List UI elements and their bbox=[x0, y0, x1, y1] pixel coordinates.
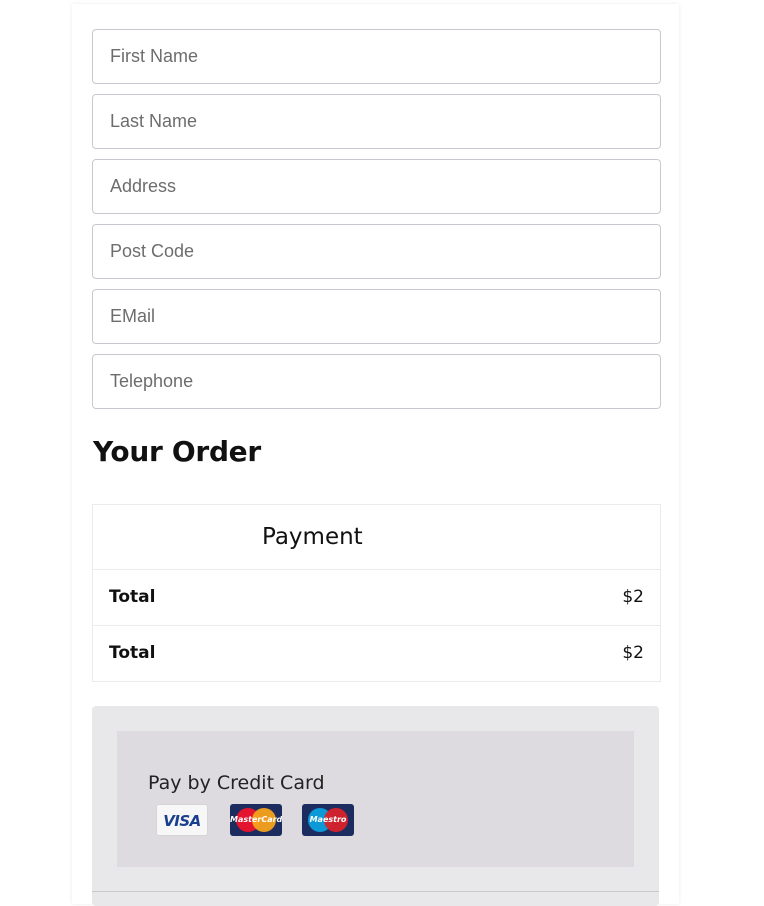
post-code-input[interactable] bbox=[92, 224, 661, 279]
checkout-card: Your Order Payment Total $2 Total $2 Pay… bbox=[72, 4, 679, 906]
order-total-label: Total bbox=[109, 587, 156, 607]
credit-card-option[interactable]: Pay by Credit Card VISA MasterCard Maest… bbox=[117, 731, 634, 867]
mastercard-logo-icon: MasterCard bbox=[230, 804, 282, 836]
email-input[interactable] bbox=[92, 289, 661, 344]
order-total-row: Total $2 bbox=[93, 626, 660, 681]
order-table-header-label: Payment bbox=[262, 524, 363, 550]
payment-panel: Pay by Credit Card VISA MasterCard Maest… bbox=[92, 706, 659, 906]
order-title: Your Order bbox=[93, 435, 261, 468]
order-total-value: $2 bbox=[622, 587, 644, 607]
maestro-logo-icon: Maestro bbox=[302, 804, 354, 836]
address-input[interactable] bbox=[92, 159, 661, 214]
order-total-value: $2 bbox=[622, 643, 644, 663]
telephone-input[interactable] bbox=[92, 354, 661, 409]
order-total-label: Total bbox=[109, 643, 156, 663]
payment-divider bbox=[92, 891, 659, 892]
last-name-input[interactable] bbox=[92, 94, 661, 149]
payment-method-label: Pay by Credit Card bbox=[148, 772, 325, 794]
order-total-row: Total $2 bbox=[93, 570, 660, 626]
order-table: Payment Total $2 Total $2 bbox=[92, 504, 661, 682]
order-table-header: Payment bbox=[93, 505, 660, 570]
visa-logo-icon: VISA bbox=[156, 804, 208, 836]
first-name-input[interactable] bbox=[92, 29, 661, 84]
